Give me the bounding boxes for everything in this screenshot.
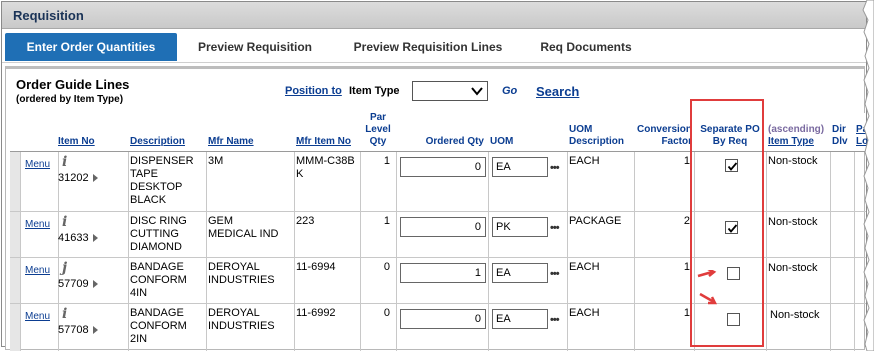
col-mfr-name[interactable]: Mfr Name	[208, 136, 292, 148]
tab-enter-order-quantities[interactable]: Enter Order Quantities	[5, 33, 177, 61]
col-uom-description: UOM Description	[569, 124, 625, 147]
position-field-label: Item Type	[349, 85, 400, 97]
uom-input[interactable]: EA	[492, 309, 548, 329]
uom-description: EACH	[569, 261, 600, 273]
col-par-level-qty: Par Level Qty	[365, 112, 391, 147]
col-item-type[interactable]: Item Type	[768, 136, 830, 148]
col-conversion-factor: Conversion Factor	[636, 124, 692, 147]
item-type: Non-stock	[768, 155, 818, 167]
position-to-link[interactable]: Position to	[285, 85, 342, 97]
mfr-item-no: MMM-C38BK	[296, 155, 355, 180]
description: DISC RING CUTTING DIAMOND	[130, 215, 187, 253]
uom-description: EACH	[569, 307, 600, 319]
callout-arrows-icon	[697, 270, 718, 305]
mfr-item-no: 11-6992	[296, 307, 336, 319]
order-guide-subtitle: (ordered by Item Type)	[16, 94, 124, 105]
description: BANDAGE CONFORM 4IN	[130, 261, 187, 299]
expand-arrow-icon[interactable]	[92, 234, 98, 243]
expand-arrow-icon[interactable]	[92, 174, 98, 183]
torn-edge	[862, 0, 874, 351]
col-description[interactable]: Description	[130, 136, 204, 148]
item-type: Non-stock	[768, 262, 818, 274]
tab-preview-requisition[interactable]: Preview Requisition	[180, 33, 330, 61]
mfr-name: GEM MEDICAL IND	[208, 215, 279, 240]
expand-arrow-icon[interactable]	[92, 280, 98, 289]
row-menu-link[interactable]: Menu	[25, 159, 50, 170]
mfr-name: DEROYAL INDUSTRIES	[208, 307, 275, 332]
item-no: 31202	[58, 172, 89, 184]
par-level-qty: 1	[383, 155, 390, 167]
ordered-qty-input[interactable]: 1	[400, 263, 486, 283]
item-no: 57708	[58, 324, 89, 336]
info-icon[interactable]: j	[62, 260, 67, 276]
sort-indicator: (ascending)	[768, 124, 825, 135]
item-type: Non-stock	[770, 309, 820, 321]
col-item-type-sort: (ascending)	[768, 124, 830, 136]
item-type: Non-stock	[768, 216, 818, 228]
info-icon[interactable]: i	[62, 154, 67, 170]
description: BANDAGE CONFORM 2IN	[130, 307, 187, 345]
uom-input[interactable]: EA	[492, 263, 548, 283]
tab-req-documents[interactable]: Req Documents	[525, 33, 647, 61]
go-button[interactable]: Go	[502, 85, 517, 97]
tab-preview-requisition-lines[interactable]: Preview Requisition Lines	[333, 33, 523, 61]
uom-lookup-button[interactable]: •••	[550, 268, 560, 280]
conversion-factor: 1	[683, 155, 690, 167]
position-select[interactable]	[412, 81, 488, 101]
info-icon[interactable]: i	[62, 306, 67, 322]
col-dir-dlv: Dir Dlv	[832, 124, 848, 147]
row-menu-link[interactable]: Menu	[25, 311, 50, 322]
uom-input[interactable]: PK	[492, 217, 548, 237]
col-uom: UOM	[490, 136, 514, 147]
search-link[interactable]: Search	[536, 84, 579, 99]
uom-lookup-button[interactable]: •••	[550, 314, 560, 326]
col-item-no[interactable]: Item No	[58, 136, 126, 148]
col-ordered-qty: Ordered Qty	[425, 136, 484, 147]
row-menu-link[interactable]: Menu	[25, 219, 50, 230]
uom-lookup-button[interactable]: •••	[550, 222, 560, 234]
uom-input[interactable]: EA	[492, 157, 548, 177]
uom-description: PACKAGE	[569, 215, 622, 227]
ordered-qty-input[interactable]: 0	[400, 157, 486, 177]
chevron-down-icon	[471, 87, 483, 96]
conversion-factor: 1	[683, 261, 690, 273]
mfr-name: 3M	[208, 155, 224, 167]
col-mfr-item-no[interactable]: Mfr Item No	[296, 136, 360, 148]
tab-bar: Enter Order Quantities Preview Requisiti…	[2, 29, 866, 63]
ordered-qty-input[interactable]: 0	[400, 309, 486, 329]
item-no: 41633	[58, 232, 89, 244]
item-no: 57709	[58, 278, 89, 290]
mfr-name: DEROYAL INDUSTRIES	[208, 261, 275, 286]
mfr-item-no: 11-6994	[296, 261, 336, 273]
description: DISPENSER TAPE DESKTOP BLACK	[130, 155, 194, 206]
par-level-qty: 1	[383, 215, 390, 227]
uom-lookup-button[interactable]: •••	[550, 162, 560, 174]
uom-description: EACH	[569, 155, 600, 167]
par-level-qty: 0	[383, 307, 390, 319]
order-guide-title: Order Guide Lines	[16, 77, 130, 92]
row-menu-link[interactable]: Menu	[25, 265, 50, 276]
expand-arrow-icon[interactable]	[92, 326, 98, 335]
info-icon[interactable]: i	[62, 214, 67, 230]
conversion-factor: 2	[683, 215, 690, 227]
section-title: Requisition	[2, 2, 866, 29]
par-level-qty: 0	[383, 261, 390, 273]
conversion-factor: 1	[683, 307, 690, 319]
ordered-qty-input[interactable]: 0	[400, 217, 486, 237]
mfr-item-no: 223	[296, 215, 315, 227]
